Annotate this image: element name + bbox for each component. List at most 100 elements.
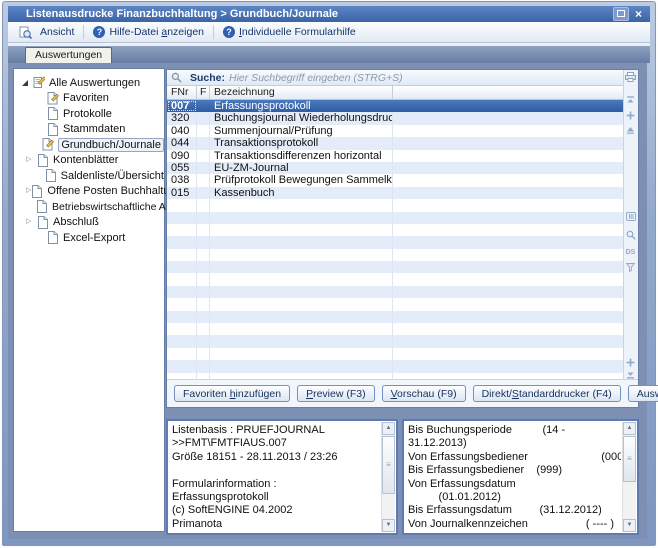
printer-icon[interactable] — [624, 72, 637, 82]
scroll-up-button[interactable]: ▲ — [623, 422, 636, 435]
table-row[interactable]: 044 Transaktionsprotokoll — [167, 137, 623, 149]
tree-item-label: Kontenblätter — [53, 154, 118, 166]
tree-item-abschluss[interactable]: ▷ Abschluß — [14, 215, 164, 231]
empty-row — [167, 311, 623, 323]
info-panel-left: Listenbasis : PRUEFJOURNAL >>FMT\FMTFIAU… — [166, 419, 398, 535]
table-row[interactable]: 055 EU-ZM-Journal — [167, 162, 623, 174]
tree-item-label: Protokolle — [63, 108, 112, 120]
tree-item-label: Excel-Export — [63, 232, 125, 244]
table-header: FNr F Bezeichnung — [167, 86, 623, 100]
empty-row — [167, 360, 623, 372]
action-buttons-bar: Favoriten hinzufügen Preview (F3) Vorsch… — [167, 379, 638, 407]
button-preview[interactable]: Preview (F3) — [297, 385, 375, 402]
scroll-to-top-icon[interactable] — [624, 96, 637, 105]
table-row[interactable]: 038 Prüfprotokoll Bewegungen Sammelkonte… — [167, 174, 623, 186]
empty-row — [167, 335, 623, 347]
table-row[interactable]: 040 Summenjournal/Prüfung — [167, 125, 623, 137]
tree-item-protokolle[interactable]: Protokolle — [14, 106, 164, 122]
tree-item-betriebswirtschaftliche[interactable]: Betriebswirtschaftliche Auswertungen — [14, 199, 164, 215]
column-header-fnr[interactable]: FNr — [167, 86, 197, 99]
scrollbar[interactable]: ▲ ≡ ▼ — [381, 422, 395, 532]
button-auswertung-drucken[interactable]: Auswertung drucken — [628, 385, 658, 402]
toolbar: Ansicht ? Hilfe-Datei anzeigen ? Individ… — [8, 22, 650, 43]
empty-row — [167, 199, 623, 211]
restore-button[interactable] — [613, 7, 629, 21]
toolbar-button-ansicht[interactable]: Ansicht — [12, 25, 81, 40]
tree-item-grundbuch-journale[interactable]: Grundbuch/Journale — [14, 137, 164, 153]
search-icon — [171, 72, 182, 83]
page-icon — [36, 154, 49, 167]
table-row[interactable]: 015 Kassenbuch — [167, 187, 623, 199]
cell-fnr: 015 — [167, 187, 197, 199]
column-header-extra[interactable] — [393, 86, 623, 99]
cell-name: Kassenbuch — [210, 187, 393, 199]
cell-name: Transaktionsprotokoll — [210, 137, 393, 149]
tree-item-label: Saldenliste/Übersicht — [61, 170, 164, 182]
cell-name: Prüfprotokoll Bewegungen Sammelkonten — [210, 174, 393, 186]
sort-icon[interactable]: DS — [624, 248, 637, 258]
empty-row — [167, 323, 623, 335]
button-vorschau[interactable]: Vorschau (F9) — [382, 385, 466, 402]
window-titlebar[interactable]: Listenausdrucke Finanzbuchhaltung > Grun… — [8, 6, 650, 22]
empty-row — [167, 212, 623, 224]
scrollbar[interactable]: ▲ ≡ ▼ — [622, 422, 636, 532]
tree-item-alle-auswertungen[interactable]: Alle Auswertungen — [14, 75, 164, 91]
page-icon — [36, 216, 49, 229]
scroll-down-button[interactable]: ▼ — [623, 519, 636, 532]
scroll-up-button[interactable]: ▲ — [382, 422, 395, 435]
scroll-up-icon[interactable] — [624, 126, 637, 134]
cell-name: Summenjournal/Prüfung — [210, 125, 393, 137]
add-icon[interactable] — [624, 358, 637, 367]
cell-fnr: 090 — [167, 150, 197, 162]
tab-auswertungen[interactable]: Auswertungen — [25, 47, 112, 63]
scroll-down-button[interactable]: ▼ — [382, 519, 395, 532]
search-label: Suche: — [190, 72, 225, 84]
scrollbar-thumb[interactable]: ≡ — [623, 436, 636, 482]
page-icon — [46, 107, 59, 120]
tree-item-label: Abschluß — [53, 216, 99, 228]
filter-icon[interactable] — [624, 263, 637, 273]
scroll-to-bottom-icon[interactable] — [624, 370, 637, 379]
page-icon — [31, 185, 43, 198]
table-row[interactable]: 090 Transaktionsdifferenzen horizontal — [167, 150, 623, 162]
tab-strip: Auswertungen — [8, 46, 650, 63]
toolbar-button-hilfe-datei[interactable]: ? Hilfe-Datei anzeigen — [86, 25, 211, 39]
collapsed-arrow-icon[interactable]: ▷ — [26, 156, 36, 164]
columns-icon[interactable] — [624, 212, 637, 221]
toolbar-button-formularhilfe[interactable]: ? Individuelle Formularhilfe — [216, 25, 363, 39]
tree-item-saldenliste[interactable]: Saldenliste/Übersicht — [14, 168, 164, 184]
tree-item-label: Alle Auswertungen — [49, 77, 140, 89]
tree-item-favoriten[interactable]: Favoriten — [14, 91, 164, 107]
add-row-icon[interactable] — [624, 111, 637, 120]
tree-item-excel-export[interactable]: Excel-Export — [14, 230, 164, 246]
tree-panel: Alle Auswertungen Favoriten Protokolle — [13, 68, 165, 532]
page-icon — [45, 169, 57, 182]
page-icon — [46, 231, 59, 244]
table-row[interactable]: 320 Buchungsjournal Wiederholungsdruck — [167, 112, 623, 124]
button-direkt-standarddrucker[interactable]: Direkt/Standarddrucker (F4) — [473, 385, 621, 402]
table-row-selected[interactable]: 007 Erfassungsprotokoll — [167, 100, 623, 112]
collapsed-arrow-icon[interactable]: ▷ — [26, 218, 36, 226]
search-table-icon[interactable] — [624, 230, 637, 240]
empty-row — [167, 348, 623, 360]
tree-item-kontenblaetter[interactable]: ▷ Kontenblätter — [14, 153, 164, 169]
parameter-info: Bis Buchungsperiode (14 - 31.12.2013) Vo… — [408, 424, 621, 530]
expanded-arrow-icon[interactable] — [22, 80, 28, 86]
column-header-f[interactable]: F — [197, 86, 210, 99]
column-header-bezeichnung[interactable]: Bezeichnung — [210, 86, 393, 99]
close-button[interactable]: × — [633, 8, 644, 20]
search-input[interactable]: Suche: Hier Suchbegriff eingeben (STRG+S… — [167, 70, 623, 86]
cell-f — [197, 125, 210, 137]
cell-fnr: 040 — [167, 125, 197, 137]
button-favoriten-hinzufuegen[interactable]: Favoriten hinzufügen — [174, 385, 290, 402]
tree-item-offene-posten[interactable]: ▷ Offene Posten Buchhaltung — [14, 184, 164, 200]
side-toolbar: DS — [623, 70, 638, 379]
toolbar-separator — [83, 25, 84, 39]
content-area: Alle Auswertungen Favoriten Protokolle — [8, 63, 647, 539]
page-edit-icon — [46, 92, 59, 105]
notes-edit-icon — [32, 76, 45, 89]
page-icon — [36, 200, 48, 213]
empty-row — [167, 249, 623, 261]
scrollbar-thumb[interactable]: ≡ — [382, 436, 395, 494]
tree-item-stammdaten[interactable]: Stammdaten — [14, 122, 164, 138]
